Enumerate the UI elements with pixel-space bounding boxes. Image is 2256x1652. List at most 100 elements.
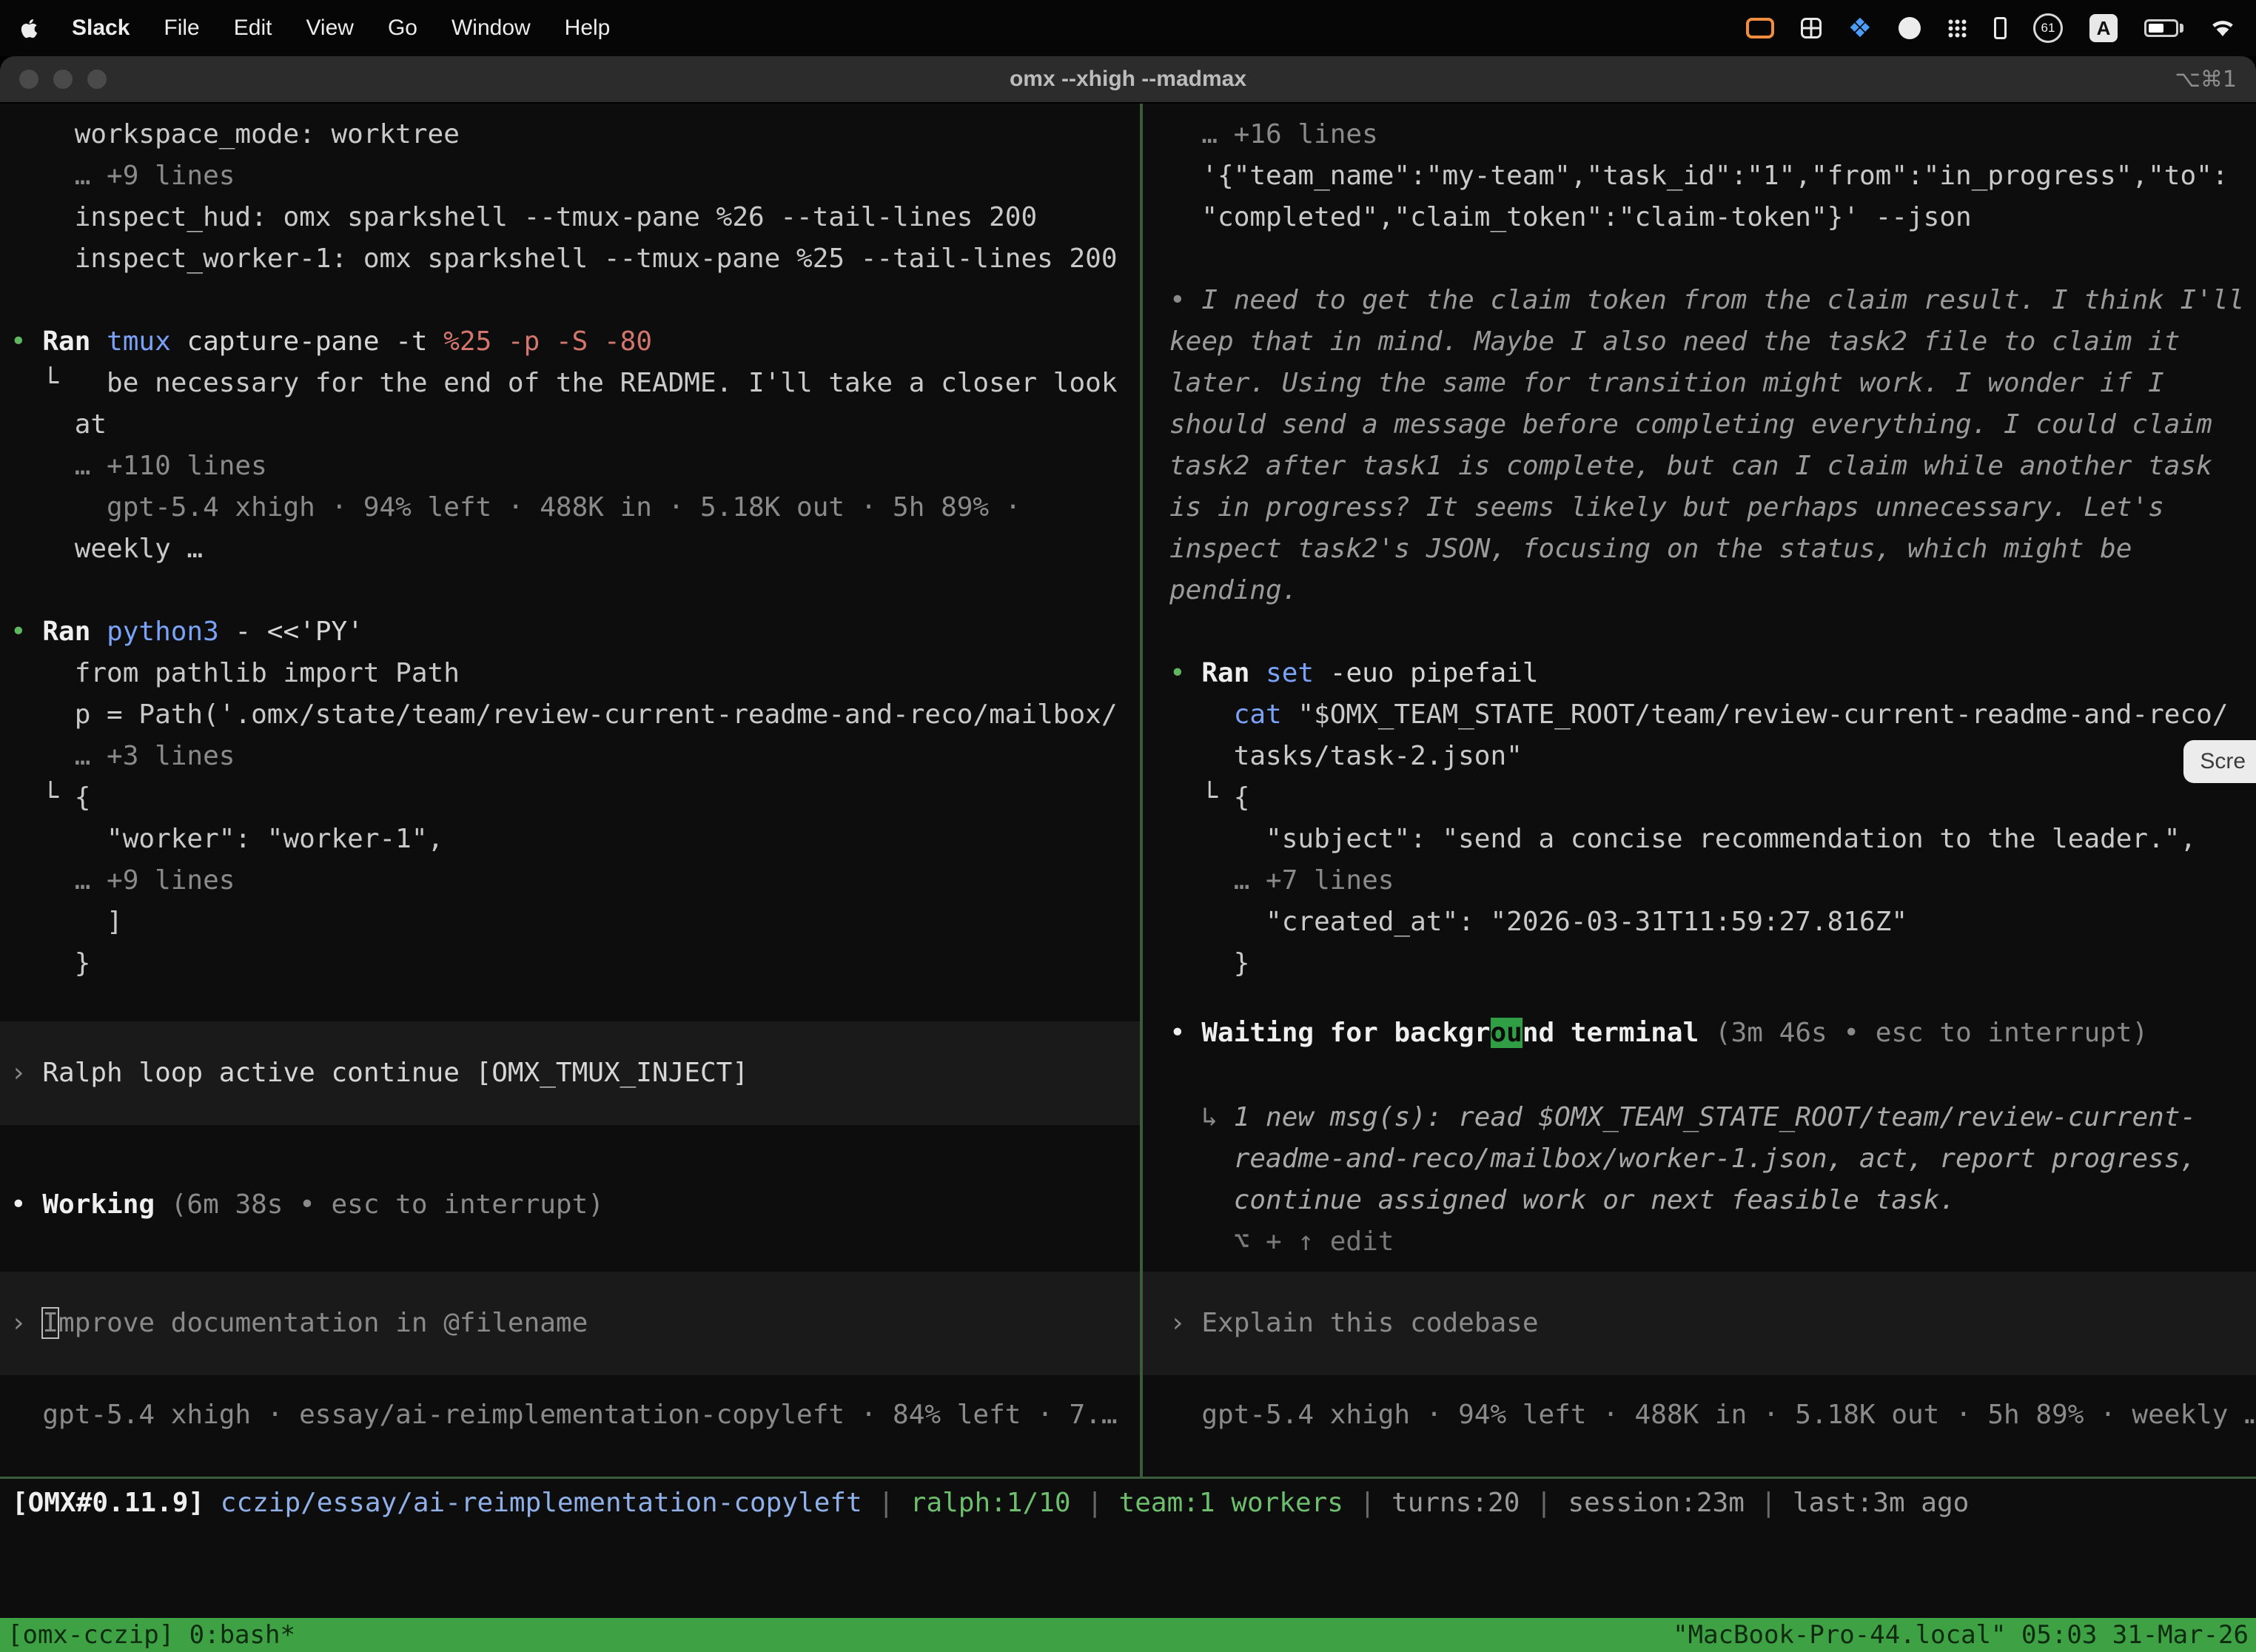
thinking-line: is in progress? It seems likely but perh… <box>1169 487 2256 528</box>
window-titlebar[interactable]: omx --xhigh --madmax ⌥⌘1 <box>0 56 2256 104</box>
separator: | <box>878 1488 910 1518</box>
notice-text: 1 new msg(s): read $OMX_TEAM_STATE_ROOT/… <box>1234 1102 2196 1132</box>
battery-icon[interactable] <box>2144 19 2183 37</box>
omx-ralph-count: ralph:1/10 <box>910 1488 1087 1518</box>
menu-view[interactable]: View <box>306 16 353 41</box>
return-arrow-icon: ↳ <box>1169 1102 1234 1132</box>
output-line: "subject": "send a concise recommendatio… <box>1169 819 2256 860</box>
menu-file[interactable]: File <box>164 16 199 41</box>
command-continuation: "completed","claim_token":"claim-token"}… <box>1169 197 2256 238</box>
separator: | <box>1536 1488 1568 1518</box>
ralph-loop-message: › Ralph loop active continue [OMX_TMUX_I… <box>10 1052 1140 1094</box>
omx-version: [OMX#0.11.9] <box>12 1488 221 1518</box>
collapsed-lines-indicator: … +3 lines <box>10 736 1140 777</box>
tmux-status-bar: [omx-cczip] 0:bash* "MacBook-Pro-44.local… <box>0 1618 2256 1652</box>
bullet-icon: • <box>1169 658 1201 688</box>
output-line: } <box>10 943 1140 984</box>
thinking-line: task2 after task1 is complete, but can I… <box>1169 446 2256 487</box>
output-line: at <box>10 404 1140 446</box>
separator: | <box>1360 1488 1391 1518</box>
waiting-label: nd terminal <box>1523 1018 1699 1048</box>
waiting-label-shimmer: ou <box>1491 1018 1523 1048</box>
working-status-row: • Working (6m 38s • esc to interrupt) <box>10 1184 1140 1226</box>
left-pane: workspace_mode: worktree … +9 lines insp… <box>0 104 1140 1477</box>
ralph-loop-text: Ralph loop active continue [OMX_TMUX_INJ… <box>42 1058 748 1088</box>
window-manager-icon[interactable] <box>1801 18 1822 38</box>
placeholder-text: mprove documentation in @filename <box>58 1308 588 1338</box>
menu-edit[interactable]: Edit <box>234 16 272 41</box>
menu-go[interactable]: Go <box>388 16 417 41</box>
thinking-line: • I need to get the claim token from the… <box>1169 280 2256 321</box>
bullet-icon: • <box>10 326 42 357</box>
output-line: "worker": "worker-1", <box>10 819 1140 860</box>
battery-percent-value: 61 <box>2041 21 2055 36</box>
output-line: └ { <box>1169 777 2256 819</box>
tmux-host-time: "MacBook-Pro-44.local" 05:03 31-Mar-26 <box>1673 1620 2249 1650</box>
command-args: capture-pane -t <box>171 326 443 357</box>
text-cursor: I <box>42 1308 58 1338</box>
github-icon[interactable] <box>1899 17 1921 39</box>
prompt-chevron-icon: › <box>10 1308 42 1338</box>
thinking-line: pending. <box>1169 570 2256 611</box>
menu-help[interactable]: Help <box>565 16 611 41</box>
omx-status-bar: [OMX#0.11.9] cczip/essay/ai-reimplementa… <box>0 1479 2256 1526</box>
command-name: tmux <box>107 326 171 357</box>
command-flags: %25 -p -S -80 <box>443 326 652 357</box>
collapsed-lines-indicator: … +9 lines <box>10 155 1140 197</box>
prompt-input-row[interactable]: › Explain this codebase <box>1143 1272 2256 1375</box>
prompt-placeholder: › Explain this codebase <box>1169 1303 2256 1344</box>
zoom-button[interactable] <box>87 70 107 89</box>
bullet-icon: • <box>1169 285 1201 315</box>
command-args: - <<'PY' <box>219 617 363 647</box>
model-status-line: gpt-5.4 xhigh · essay/ai-reimplementatio… <box>10 1394 1140 1436</box>
app-menu-slack[interactable]: Slack <box>72 16 130 41</box>
dots-grid-icon[interactable] <box>1947 19 1967 38</box>
input-source-icon[interactable]: A <box>2089 14 2118 42</box>
dropbox-icon[interactable]: ❖ <box>1848 13 1872 44</box>
omx-session-time: session:23m <box>1568 1488 1760 1518</box>
command-args: -euo pipefail <box>1314 658 1538 688</box>
command-name: set <box>1266 658 1314 688</box>
collapsed-lines-indicator: … +7 lines <box>1169 860 2256 901</box>
terminal-window: omx --xhigh --madmax ⌥⌘1 workspace_mode:… <box>0 56 2256 1652</box>
phone-mirroring-icon[interactable] <box>1994 17 2007 39</box>
command-name: cat <box>1169 699 1297 730</box>
ran-label: Ran <box>1201 658 1266 688</box>
prompt-input-row[interactable]: › Improve documentation in @filename <box>0 1272 1140 1375</box>
thinking-line: later. Using the same for transition mig… <box>1169 363 2256 404</box>
thinking-text: I need to get the claim token from the c… <box>1201 285 2244 315</box>
close-button[interactable] <box>19 70 38 89</box>
thinking-line: keep that in mind. Maybe I also need the… <box>1169 321 2256 363</box>
output-line: "created_at": "2026-03-31T11:59:27.816Z" <box>1169 901 2256 943</box>
omx-session-path: cczip/essay/ai-reimplementation-copyleft <box>221 1488 879 1518</box>
menu-bar-status-icons: ❖ 61 A <box>1746 13 2235 44</box>
output-line: └ { <box>10 777 1140 819</box>
waiting-status-row: • Waiting for background terminal (3m 46… <box>1169 1013 2256 1054</box>
waiting-label: Waiting for backgr <box>1201 1018 1490 1048</box>
separator: | <box>1087 1488 1118 1518</box>
config-line: inspect_worker-1: omx sparkshell --tmux-… <box>10 238 1140 280</box>
screen-share-overlay[interactable]: Scre <box>2183 740 2256 783</box>
output-line: gpt-5.4 xhigh · 94% left · 488K in · 5.1… <box>10 487 1140 528</box>
code-line: from pathlib import Path <box>10 653 1140 694</box>
screen-recording-icon[interactable] <box>1746 18 1774 38</box>
output-line: } <box>1169 943 2256 984</box>
prompt-chevron-icon: › <box>10 1058 42 1088</box>
battery-percent-icon[interactable]: 61 <box>2033 13 2063 43</box>
wifi-icon[interactable] <box>2210 19 2235 38</box>
minimize-button[interactable] <box>53 70 73 89</box>
collapsed-lines-indicator: … +110 lines <box>10 446 1140 487</box>
omx-turns: turns:20 <box>1391 1488 1536 1518</box>
config-line: workspace_mode: worktree <box>10 114 1140 155</box>
prompt-chevron-icon: › <box>1169 1308 1201 1338</box>
window-title: omx --xhigh --madmax <box>1010 67 1246 92</box>
omx-last-activity: last:3m ago <box>1793 1488 1969 1518</box>
working-detail: (6m 38s • esc to interrupt) <box>155 1189 604 1220</box>
ralph-loop-row[interactable]: › Ralph loop active continue [OMX_TMUX_I… <box>0 1021 1140 1125</box>
collapsed-lines-indicator: … +9 lines <box>10 860 1140 901</box>
apple-menu-icon[interactable] <box>21 18 38 39</box>
bullet-icon: • <box>10 617 42 647</box>
tmux-session-window: [omx-cczip] 0:bash* <box>7 1620 295 1650</box>
traffic-lights <box>0 70 107 89</box>
menu-window[interactable]: Window <box>451 16 531 41</box>
